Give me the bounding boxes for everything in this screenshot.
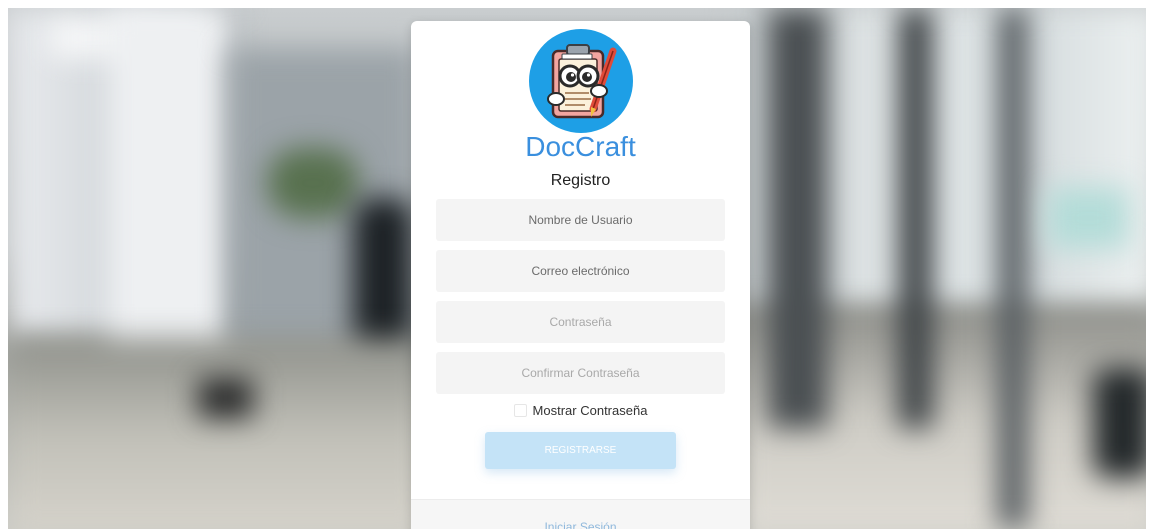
doccraft-logo-icon bbox=[529, 29, 633, 133]
show-password-label: Mostrar Contraseña bbox=[532, 403, 648, 418]
page: DocCraft Registro Mostrar Contraseña REG… bbox=[0, 0, 1149, 529]
username-field[interactable] bbox=[436, 199, 725, 241]
show-password-toggle[interactable]: Mostrar Contraseña bbox=[411, 403, 750, 418]
confirm-password-field[interactable] bbox=[436, 352, 725, 394]
card-footer: Iniciar Sesión bbox=[411, 499, 750, 529]
email-field[interactable] bbox=[436, 250, 725, 292]
show-password-checkbox[interactable] bbox=[513, 404, 527, 417]
register-card: DocCraft Registro Mostrar Contraseña REG… bbox=[411, 21, 750, 529]
form-title: Registro bbox=[550, 172, 611, 189]
login-link[interactable]: Iniciar Sesión bbox=[544, 520, 616, 529]
brand-name: DocCraft bbox=[525, 131, 636, 162]
password-field[interactable] bbox=[436, 301, 725, 343]
register-button[interactable]: REGISTRARSE bbox=[485, 432, 676, 469]
